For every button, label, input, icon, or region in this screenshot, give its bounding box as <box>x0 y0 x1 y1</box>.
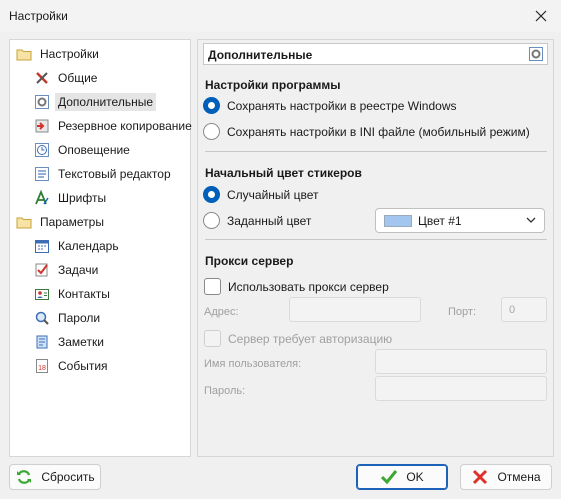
tree-item-label: Заметки <box>58 335 104 349</box>
checkbox-box[interactable] <box>204 330 221 347</box>
radio-fixed-color[interactable]: Заданный цвет <box>203 212 311 229</box>
notes-icon <box>34 334 50 350</box>
radio-save-ini[interactable]: Сохранять настройки в INI файле (мобильн… <box>203 123 530 140</box>
tree-item-label: Пароли <box>58 311 101 325</box>
tree-item-label: Контакты <box>58 287 110 301</box>
checkbox-proxy-auth[interactable]: Сервер требует авторизацию <box>204 330 392 347</box>
color-select[interactable]: Цвет #1 <box>375 208 545 233</box>
contacts-icon <box>34 286 50 302</box>
address-input[interactable] <box>289 297 421 322</box>
address-label: Адрес: <box>204 306 239 318</box>
panel-header: Дополнительные <box>203 43 548 65</box>
tree-item-events[interactable]: 18 События <box>34 356 111 376</box>
color-select-value: Цвет #1 <box>418 214 462 228</box>
username-label: Имя пользователя: <box>204 358 302 370</box>
folder-icon <box>16 214 32 230</box>
reset-button[interactable]: Сбросить <box>9 464 101 490</box>
tasks-icon <box>34 262 50 278</box>
tools-icon <box>34 70 50 86</box>
passwords-icon <box>34 310 50 326</box>
tree-item-passwords[interactable]: Пароли <box>34 308 103 328</box>
tree-item-label: Календарь <box>58 239 119 253</box>
backup-icon <box>34 118 50 134</box>
tree-item-label: События <box>58 359 108 373</box>
cancel-button[interactable]: Отмена <box>460 464 552 490</box>
reset-button-label: Сбросить <box>41 470 95 484</box>
proxy-title: Прокси сервер <box>205 254 294 268</box>
tree-item-notes[interactable]: Заметки <box>34 332 107 352</box>
cancel-button-label: Отмена <box>497 470 541 484</box>
title-bar: Настройки <box>0 0 561 32</box>
tree-item-label: Дополнительные <box>55 93 156 111</box>
radio-save-registry[interactable]: Сохранять настройки в реестре Windows <box>203 97 456 114</box>
tree-item-calendar[interactable]: Календарь <box>34 236 122 256</box>
tree-item-text-editor[interactable]: Текстовый редактор <box>34 164 174 184</box>
ok-button[interactable]: OK <box>356 464 448 490</box>
tree-item-label: Общие <box>58 71 98 85</box>
settings-panel: Дополнительные Настройки программы Сохра… <box>197 39 554 457</box>
checkbox-use-proxy[interactable]: Использовать прокси сервер <box>204 278 389 295</box>
tree-item-fonts[interactable]: Шрифты <box>34 188 109 208</box>
folder-icon <box>16 46 32 62</box>
cross-icon <box>471 468 489 486</box>
close-button[interactable] <box>521 0 561 32</box>
color-swatch <box>384 215 412 227</box>
password-label: Пароль: <box>204 385 246 397</box>
checkbox-box[interactable] <box>204 278 221 295</box>
radio-label: Случайный цвет <box>227 187 319 202</box>
settings-icon <box>34 94 50 110</box>
settings-tree[interactable]: Настройки Общие Дополнительные Резервное… <box>9 39 192 457</box>
radio-dot[interactable] <box>203 212 220 229</box>
separator <box>205 239 547 240</box>
tree-item-general[interactable]: Общие <box>34 68 100 88</box>
svg-text:18: 18 <box>38 365 46 372</box>
clock-icon <box>34 142 50 158</box>
checkmark-icon <box>380 468 398 486</box>
checkbox-label: Сервер требует авторизацию <box>228 331 393 346</box>
ok-button-label: OK <box>406 470 424 484</box>
chevron-down-icon <box>526 217 536 223</box>
port-value: 0 <box>509 304 516 316</box>
port-input[interactable]: 0 <box>501 297 547 322</box>
radio-label: Сохранять настройки в INI файле (мобильн… <box>227 124 530 139</box>
program-settings-title: Настройки программы <box>205 78 341 92</box>
checkbox-label: Использовать прокси сервер <box>228 279 389 294</box>
tree-item-label: Резервное копирование <box>58 119 192 133</box>
username-input[interactable] <box>375 349 547 374</box>
text-editor-icon <box>34 166 50 182</box>
refresh-icon <box>15 468 33 486</box>
font-icon <box>34 190 50 206</box>
radio-dot[interactable] <box>203 123 220 140</box>
tree-item-label: Текстовый редактор <box>58 167 171 181</box>
tree-item-settings[interactable]: Настройки <box>16 44 102 64</box>
window-title: Настройки <box>9 9 68 23</box>
tree-item-parameters[interactable]: Параметры <box>16 212 107 232</box>
tree-item-tasks[interactable]: Задачи <box>34 260 101 280</box>
radio-label: Заданный цвет <box>227 213 312 228</box>
radio-random-color[interactable]: Случайный цвет <box>203 186 318 203</box>
tree-item-backup[interactable]: Резервное копирование <box>34 116 195 136</box>
settings-icon <box>528 46 544 62</box>
port-label: Порт: <box>448 306 476 318</box>
tree-item-notification[interactable]: Оповещение <box>34 140 133 160</box>
radio-dot-selected[interactable] <box>203 97 220 114</box>
tree-item-label: Задачи <box>58 263 99 277</box>
tree-item-label: Настройки <box>40 47 99 61</box>
calendar-icon <box>34 238 50 254</box>
radio-dot-selected[interactable] <box>203 186 220 203</box>
password-input[interactable] <box>375 376 547 401</box>
tree-item-advanced[interactable]: Дополнительные <box>34 92 156 112</box>
separator <box>205 151 547 152</box>
sticker-color-title: Начальный цвет стикеров <box>205 166 362 180</box>
tree-item-label: Оповещение <box>58 143 130 157</box>
tree-item-label: Шрифты <box>58 191 107 205</box>
radio-label: Сохранять настройки в реестре Windows <box>227 98 457 113</box>
panel-title: Дополнительные <box>208 48 313 62</box>
close-icon <box>535 10 547 22</box>
events-icon: 18 <box>34 358 50 374</box>
tree-item-label: Параметры <box>40 215 104 229</box>
tree-item-contacts[interactable]: Контакты <box>34 284 113 304</box>
